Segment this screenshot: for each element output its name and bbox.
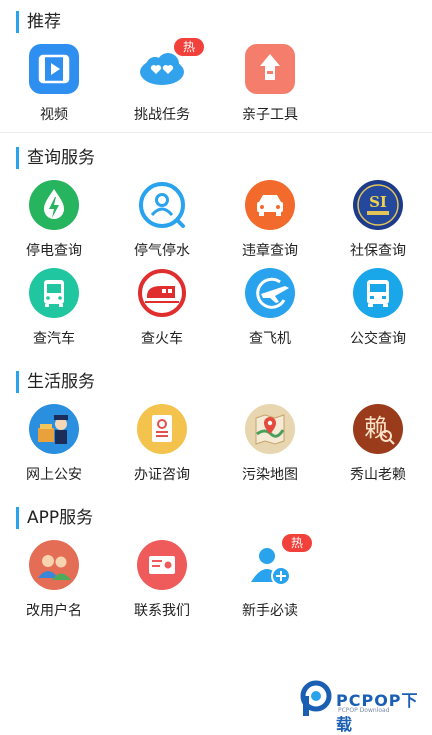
section-divider	[0, 132, 432, 133]
section-title-query: 查询服务	[16, 147, 95, 169]
watermark-sub: PCPOP Download	[338, 707, 390, 714]
tile-certificate-consult[interactable]: 办证咨询	[108, 404, 216, 484]
train-icon	[138, 269, 186, 317]
tile-change-username[interactable]: 改用户名	[0, 540, 108, 620]
section-title-recommend: 推荐	[16, 11, 61, 33]
tile-label: 社保查询	[350, 243, 406, 259]
tile-bus-query[interactable]: 公交查询	[324, 268, 432, 348]
pcpop-watermark: PCPOP下载 PCPOP Download	[300, 680, 432, 734]
map-pin-icon	[245, 404, 295, 454]
video-icon	[29, 44, 79, 94]
police-icon	[29, 404, 79, 454]
tile-label: 联系我们	[134, 603, 190, 619]
social-security-icon: SI	[353, 180, 403, 230]
tile-label: 视频	[40, 107, 68, 123]
tile-label: 查飞机	[249, 331, 291, 347]
tile-pollution-map[interactable]: 污染地图	[216, 404, 324, 484]
hot-badge: 热	[174, 38, 204, 56]
tile-traffic-violation[interactable]: 违章查询	[216, 180, 324, 260]
tile-label: 办证咨询	[134, 467, 190, 483]
tile-label: 公交查询	[350, 331, 406, 347]
tile-label: 秀山老赖	[350, 467, 406, 483]
tile-label: 改用户名	[26, 603, 82, 619]
tile-debtor-lookup[interactable]: 赖 秀山老赖	[324, 404, 432, 484]
tile-label: 污染地图	[242, 467, 298, 483]
tile-check-train[interactable]: 查火车	[108, 268, 216, 348]
tile-power-outage[interactable]: 停电查询	[0, 180, 108, 260]
bus-icon	[29, 268, 79, 318]
tile-label: 违章查询	[242, 243, 298, 259]
hot-badge: 热	[282, 534, 312, 552]
si-mark-text: SI	[369, 193, 387, 211]
airplane-icon	[245, 268, 295, 318]
tile-social-security[interactable]: SI 社保查询	[324, 180, 432, 260]
tile-video[interactable]: 视频	[0, 44, 108, 124]
section-title-life: 生活服务	[16, 371, 95, 393]
lightning-drop-icon	[29, 180, 79, 230]
contact-card-icon	[137, 540, 187, 590]
tile-label: 停电查询	[26, 243, 82, 259]
tile-label: 查火车	[141, 331, 183, 347]
tile-label: 停气停水	[134, 243, 190, 259]
person-search-icon	[139, 182, 185, 228]
tile-check-bus[interactable]: 查汽车	[0, 268, 108, 348]
pcpop-logo-icon	[300, 680, 332, 716]
section-title-app: APP服务	[16, 507, 93, 529]
certificate-icon	[137, 404, 187, 454]
bus-front-icon	[353, 268, 403, 318]
tile-gas-water[interactable]: 停气停水	[108, 180, 216, 260]
tile-beginner-guide[interactable]: 热 新手必读	[216, 534, 324, 620]
users-icon	[29, 540, 79, 590]
tile-label: 亲子工具	[242, 107, 298, 123]
tile-contact-us[interactable]: 联系我们	[108, 540, 216, 620]
tile-label: 网上公安	[26, 467, 82, 483]
debtor-glyph-text: 赖	[364, 414, 388, 442]
tile-label: 查汽车	[33, 331, 75, 347]
tile-label: 挑战任务	[134, 107, 190, 123]
debtor-search-icon: 赖	[353, 404, 403, 454]
tile-check-flight[interactable]: 查飞机	[216, 268, 324, 348]
car-icon	[245, 180, 295, 230]
house-arrow-icon	[245, 44, 295, 94]
tile-online-police[interactable]: 网上公安	[0, 404, 108, 484]
tile-label: 新手必读	[242, 603, 298, 619]
tile-parent-tools[interactable]: 亲子工具	[216, 44, 324, 124]
tile-challenge-task[interactable]: 热 挑战任务	[108, 38, 216, 124]
